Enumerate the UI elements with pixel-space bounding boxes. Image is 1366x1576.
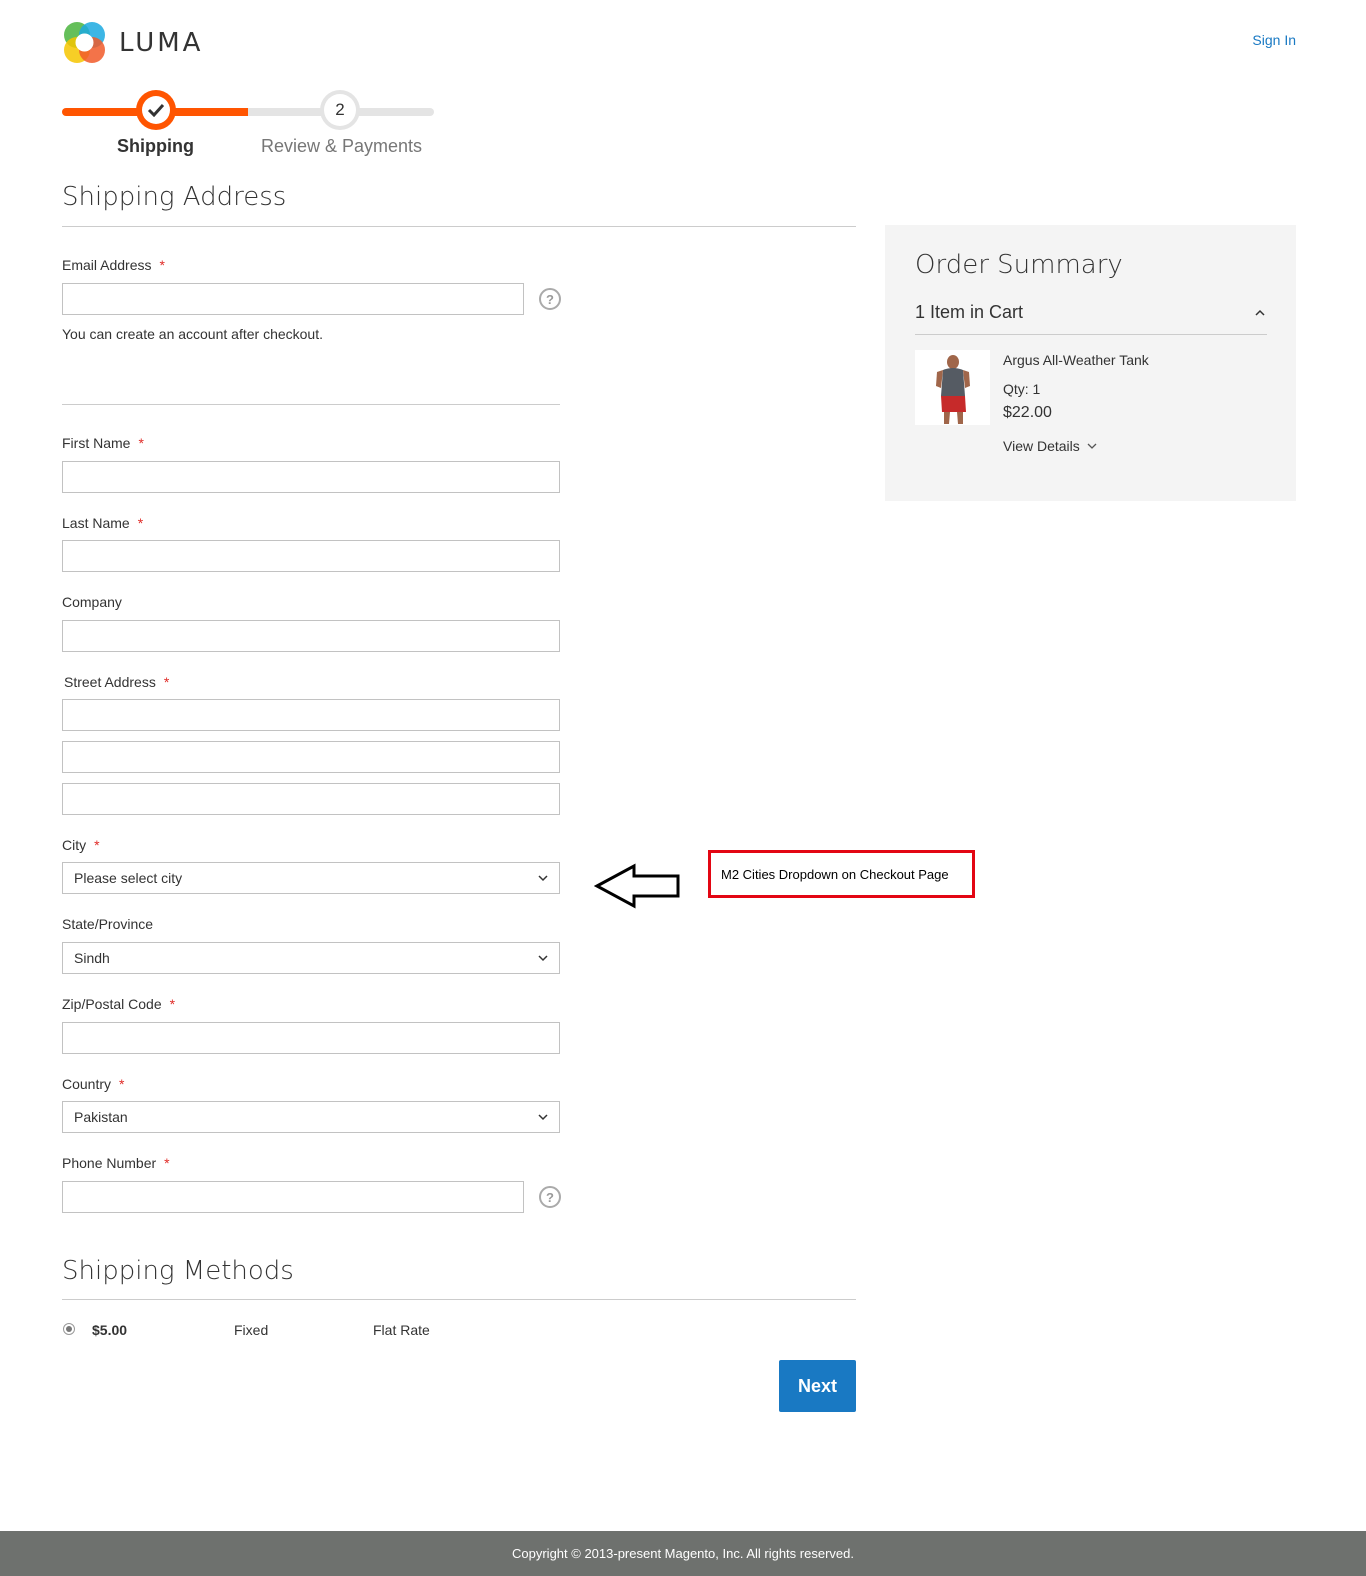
city-label: City * bbox=[62, 837, 100, 853]
state-select-value: Sindh bbox=[74, 950, 110, 966]
product-price: $22.00 bbox=[1003, 404, 1052, 421]
product-name[interactable]: Argus All-Weather Tank bbox=[1003, 352, 1149, 368]
chevron-up-icon[interactable] bbox=[1254, 307, 1266, 319]
step-shipping-indicator bbox=[136, 90, 176, 130]
phone-field[interactable] bbox=[62, 1181, 524, 1213]
required-mark: * bbox=[119, 1076, 125, 1092]
help-icon[interactable]: ? bbox=[539, 1186, 561, 1208]
email-label: Email Address * bbox=[62, 257, 165, 273]
zip-field[interactable] bbox=[62, 1022, 560, 1054]
divider bbox=[62, 404, 560, 405]
phone-label: Phone Number * bbox=[62, 1155, 170, 1171]
copyright-text: Copyright © 2013-present Magento, Inc. A… bbox=[512, 1546, 854, 1561]
shipping-method-radio[interactable] bbox=[63, 1323, 75, 1335]
chevron-down-icon bbox=[538, 1114, 548, 1121]
required-mark: * bbox=[138, 435, 144, 451]
state-label: State/Province bbox=[62, 916, 154, 932]
first-name-label: First Name * bbox=[62, 435, 144, 451]
annotation-callout: M2 Cities Dropdown on Checkout Page bbox=[708, 850, 975, 898]
street-line-2-field[interactable] bbox=[62, 741, 560, 773]
shipping-method-name: Fixed bbox=[234, 1322, 269, 1338]
step-review-label[interactable]: Review & Payments bbox=[261, 136, 422, 157]
radio-selected-dot bbox=[66, 1326, 72, 1332]
divider bbox=[62, 226, 856, 227]
zip-label: Zip/Postal Code * bbox=[62, 996, 175, 1012]
city-select[interactable]: Please select city bbox=[62, 862, 560, 894]
phone-label-text: Phone Number bbox=[62, 1155, 157, 1171]
shipping-method-price: $5.00 bbox=[92, 1322, 128, 1338]
zip-label-text: Zip/Postal Code bbox=[62, 996, 162, 1012]
luma-logo-icon bbox=[64, 22, 105, 63]
email-field[interactable] bbox=[62, 283, 524, 315]
state-select[interactable]: Sindh bbox=[62, 942, 560, 974]
street-label-text: Street Address bbox=[64, 674, 156, 690]
shipping-address-title: Shipping Address bbox=[62, 182, 287, 212]
arrow-left-icon bbox=[594, 863, 680, 909]
country-select[interactable]: Pakistan bbox=[62, 1101, 560, 1133]
next-button[interactable]: Next bbox=[779, 1360, 856, 1412]
chevron-down-icon bbox=[538, 955, 548, 962]
divider bbox=[915, 334, 1267, 335]
footer: Copyright © 2013-present Magento, Inc. A… bbox=[0, 1531, 1366, 1576]
first-name-field[interactable] bbox=[62, 461, 560, 493]
street-label: Street Address * bbox=[64, 674, 169, 690]
street-line-1-field[interactable] bbox=[62, 699, 560, 731]
sign-in-link[interactable]: Sign In bbox=[1252, 32, 1296, 48]
chevron-down-icon bbox=[1087, 443, 1097, 449]
first-name-label-text: First Name bbox=[62, 435, 131, 451]
company-field[interactable] bbox=[62, 620, 560, 652]
required-mark: * bbox=[163, 674, 170, 690]
last-name-label: Last Name * bbox=[62, 515, 143, 531]
divider bbox=[62, 1299, 856, 1300]
country-label: Country * bbox=[62, 1076, 124, 1092]
country-label-text: Country bbox=[62, 1076, 112, 1092]
required-mark: * bbox=[169, 996, 176, 1012]
order-summary-title: Order Summary bbox=[915, 250, 1123, 280]
logo[interactable]: LUMA bbox=[62, 20, 203, 65]
shipping-carrier-name: Flat Rate bbox=[373, 1322, 430, 1338]
help-icon[interactable]: ? bbox=[539, 288, 561, 310]
company-label: Company bbox=[62, 594, 122, 610]
email-note: You can create an account after checkout… bbox=[62, 326, 323, 342]
step-number: 2 bbox=[324, 94, 356, 126]
required-mark: * bbox=[94, 837, 100, 853]
shipping-methods-title: Shipping Methods bbox=[62, 1256, 294, 1286]
product-qty: Qty: 1 bbox=[1003, 381, 1041, 397]
required-mark: * bbox=[164, 1155, 170, 1171]
items-in-cart-toggle[interactable]: 1 Item in Cart bbox=[915, 302, 1023, 323]
checkmark-icon bbox=[147, 103, 165, 117]
city-select-value: Please select city bbox=[74, 870, 183, 886]
logo-text: LUMA bbox=[119, 27, 204, 58]
chevron-down-icon bbox=[538, 875, 548, 882]
street-line-3-field[interactable] bbox=[62, 783, 560, 815]
view-details-label: View Details bbox=[1003, 438, 1080, 454]
last-name-field[interactable] bbox=[62, 540, 560, 572]
email-label-text: Email Address bbox=[62, 257, 152, 273]
product-thumbnail[interactable] bbox=[915, 350, 990, 425]
city-label-text: City bbox=[62, 837, 87, 853]
last-name-label-text: Last Name bbox=[62, 515, 130, 531]
product-image-icon bbox=[936, 355, 970, 424]
step-shipping-label: Shipping bbox=[117, 136, 194, 156]
required-mark: * bbox=[137, 515, 144, 531]
view-details-toggle[interactable]: View Details bbox=[1003, 438, 1098, 454]
required-mark: * bbox=[159, 257, 165, 273]
step-review-indicator[interactable]: 2 bbox=[320, 90, 360, 130]
country-select-value: Pakistan bbox=[74, 1109, 128, 1125]
